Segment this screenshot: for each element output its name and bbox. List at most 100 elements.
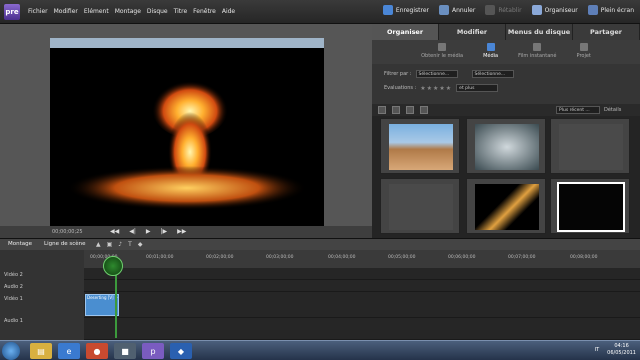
view-bar: Plus récent ... Détails bbox=[372, 104, 640, 116]
get-media-icon bbox=[438, 43, 447, 51]
step-back-icon[interactable]: ◀| bbox=[129, 228, 136, 235]
filter-bar: Filtrer par : Sélectionne... Sélectionne… bbox=[372, 64, 640, 104]
back-button[interactable] bbox=[392, 106, 400, 114]
playhead-knob[interactable] bbox=[103, 256, 123, 276]
menu-fenetre[interactable]: Fenêtre bbox=[193, 8, 216, 15]
redo-button[interactable]: Rétablir bbox=[485, 5, 522, 15]
text-icon[interactable]: T bbox=[128, 241, 132, 248]
track-headers: Vidéo 2 Audio 2 Vidéo 1 Audio 1 bbox=[0, 250, 84, 340]
rewind-icon[interactable]: ◀◀ bbox=[110, 228, 119, 235]
filter-label: Filtrer par : bbox=[384, 71, 412, 77]
timeline: Vidéo 2 Audio 2 Vidéo 1 Audio 1 00;00;00… bbox=[0, 250, 640, 340]
timeline-tools: ▲ ▣ ♪ T ◆ bbox=[96, 241, 142, 248]
app-icon[interactable]: ■ bbox=[114, 343, 136, 359]
media-thumbnail[interactable] bbox=[466, 178, 546, 234]
time-ruler[interactable]: 00;00;00;00 00;01;00;00 00;02;00;00 00;0… bbox=[84, 250, 640, 268]
rocket-thumbnail bbox=[475, 184, 539, 230]
menu-element[interactable]: Elément bbox=[84, 8, 109, 15]
fast-forward-icon[interactable]: ▶▶ bbox=[177, 228, 186, 235]
tab-organiser[interactable]: Organiser bbox=[372, 24, 439, 40]
media-icon bbox=[486, 43, 495, 51]
tab-partager[interactable]: Partager bbox=[573, 24, 640, 40]
premiere-logo: pre bbox=[4, 4, 20, 20]
media-thumbnail-selected[interactable] bbox=[550, 178, 630, 234]
media-thumbnail[interactable] bbox=[380, 118, 460, 174]
organizer-button[interactable]: Organiseur bbox=[531, 5, 578, 15]
ruler-tick: 00;07;00;00 bbox=[508, 255, 536, 260]
save-icon bbox=[382, 5, 393, 15]
ruler-tick: 00;04;00;00 bbox=[328, 255, 356, 260]
fullscreen-icon bbox=[587, 5, 598, 15]
list-view-button[interactable] bbox=[420, 106, 428, 114]
transport-icons: ◀◀ ◀| ▶ |▶ ▶▶ bbox=[110, 228, 186, 235]
menu-fichier[interactable]: Fichier bbox=[28, 8, 48, 15]
track-audio-1[interactable]: Audio 1 bbox=[4, 318, 23, 324]
filter-select-2[interactable]: Sélectionne... bbox=[471, 70, 514, 78]
movie-icon[interactable]: ▣ bbox=[107, 241, 113, 248]
clock[interactable]: 04:16 06/05/2011 bbox=[607, 343, 636, 357]
ratings-label: Evaluations : bbox=[384, 85, 417, 91]
view-toggle-button[interactable] bbox=[378, 106, 386, 114]
menu-titre[interactable]: Titre bbox=[174, 8, 188, 15]
media-thumbnail[interactable] bbox=[466, 118, 546, 174]
details-checkbox[interactable]: Détails bbox=[604, 107, 621, 113]
explorer-icon[interactable]: ▤ bbox=[30, 343, 52, 359]
tab-modifier[interactable]: Modifier bbox=[439, 24, 506, 40]
media-thumbnail[interactable] bbox=[550, 118, 630, 174]
selection-tool-icon[interactable]: ▲ bbox=[96, 241, 101, 248]
tab-ligne-scene[interactable]: Ligne de scène bbox=[44, 241, 85, 247]
track-video-1[interactable]: Vidéo 1 bbox=[4, 296, 23, 302]
menu-montage[interactable]: Montage bbox=[115, 8, 141, 15]
audio-icon[interactable]: ♪ bbox=[118, 241, 122, 248]
top-toolbar: Enregistrer Annuler Rétablir Organiseur … bbox=[382, 5, 634, 15]
subtab-label: Média bbox=[483, 53, 499, 59]
subtab-obtenir-media[interactable]: Obtenir le média bbox=[421, 40, 463, 64]
filter-row: Filtrer par : Sélectionne... Sélectionne… bbox=[384, 70, 514, 78]
track-video-2[interactable]: Vidéo 2 bbox=[4, 272, 23, 278]
ratings-mode-select[interactable]: et plus bbox=[456, 84, 499, 92]
step-forward-icon[interactable]: |▶ bbox=[161, 228, 168, 235]
rating-stars[interactable]: ★★★★★ bbox=[420, 85, 452, 92]
subtab-media[interactable]: Média bbox=[483, 40, 498, 64]
tab-menus-disque[interactable]: Menus du disque bbox=[506, 24, 573, 40]
clock-time: 04:16 bbox=[614, 343, 629, 349]
sort-select[interactable]: Plus récent ... bbox=[556, 106, 600, 114]
menu-aide[interactable]: Aide bbox=[222, 8, 235, 15]
audio-2-lane[interactable] bbox=[84, 280, 640, 292]
forward-button[interactable] bbox=[406, 106, 414, 114]
start-button[interactable] bbox=[2, 342, 20, 360]
panel-tabs: Organiser Modifier Menus du disque Parta… bbox=[372, 24, 640, 40]
media-thumbnail[interactable] bbox=[380, 178, 460, 234]
audio-1-lane[interactable] bbox=[84, 318, 640, 340]
track-audio-2[interactable]: Audio 2 bbox=[4, 284, 23, 290]
chrome-icon[interactable]: ● bbox=[86, 343, 108, 359]
save-button[interactable]: Enregistrer bbox=[382, 5, 429, 15]
language-indicator[interactable]: IT bbox=[595, 347, 600, 353]
premiere-taskbar-icon[interactable]: p bbox=[142, 343, 164, 359]
marker-icon[interactable]: ◆ bbox=[138, 241, 143, 248]
organizer-icon bbox=[531, 5, 542, 15]
taskbar-apps: ▤ e ● ■ p ◆ bbox=[30, 343, 192, 359]
video-2-lane[interactable] bbox=[84, 268, 640, 280]
video-1-lane[interactable] bbox=[84, 292, 640, 318]
tab-montage[interactable]: Montage bbox=[8, 241, 32, 247]
sub-tabs: Obtenir le média Média Film instantané P… bbox=[372, 40, 640, 64]
ruler-tick: 00;05;00;00 bbox=[388, 255, 416, 260]
menu-modifier[interactable]: Modifier bbox=[54, 8, 78, 15]
fullscreen-button[interactable]: Plein écran bbox=[587, 5, 634, 15]
app-icon[interactable]: ◆ bbox=[170, 343, 192, 359]
subtab-projet[interactable]: Projet bbox=[577, 40, 591, 64]
undo-button[interactable]: Annuler bbox=[438, 5, 475, 15]
ruler-tick: 00;08;00;00 bbox=[570, 255, 598, 260]
filter-select-1[interactable]: Sélectionne... bbox=[415, 70, 458, 78]
ratings-row: Evaluations : ★★★★★ et plus bbox=[384, 84, 499, 92]
video-clip[interactable]: Deserting [V] + bbox=[85, 294, 119, 316]
internet-explorer-icon[interactable]: e bbox=[58, 343, 80, 359]
desert-rock-thumbnail bbox=[389, 124, 453, 170]
subtab-film-instantane[interactable]: Film instantané bbox=[518, 40, 557, 64]
audio-file-icon bbox=[389, 184, 453, 230]
subtab-label: Film instantané bbox=[518, 53, 557, 59]
menu-bar: pre Fichier Modifier Elément Montage Dis… bbox=[0, 0, 640, 24]
menu-disque[interactable]: Disque bbox=[147, 8, 168, 15]
play-icon[interactable]: ▶ bbox=[146, 228, 151, 235]
